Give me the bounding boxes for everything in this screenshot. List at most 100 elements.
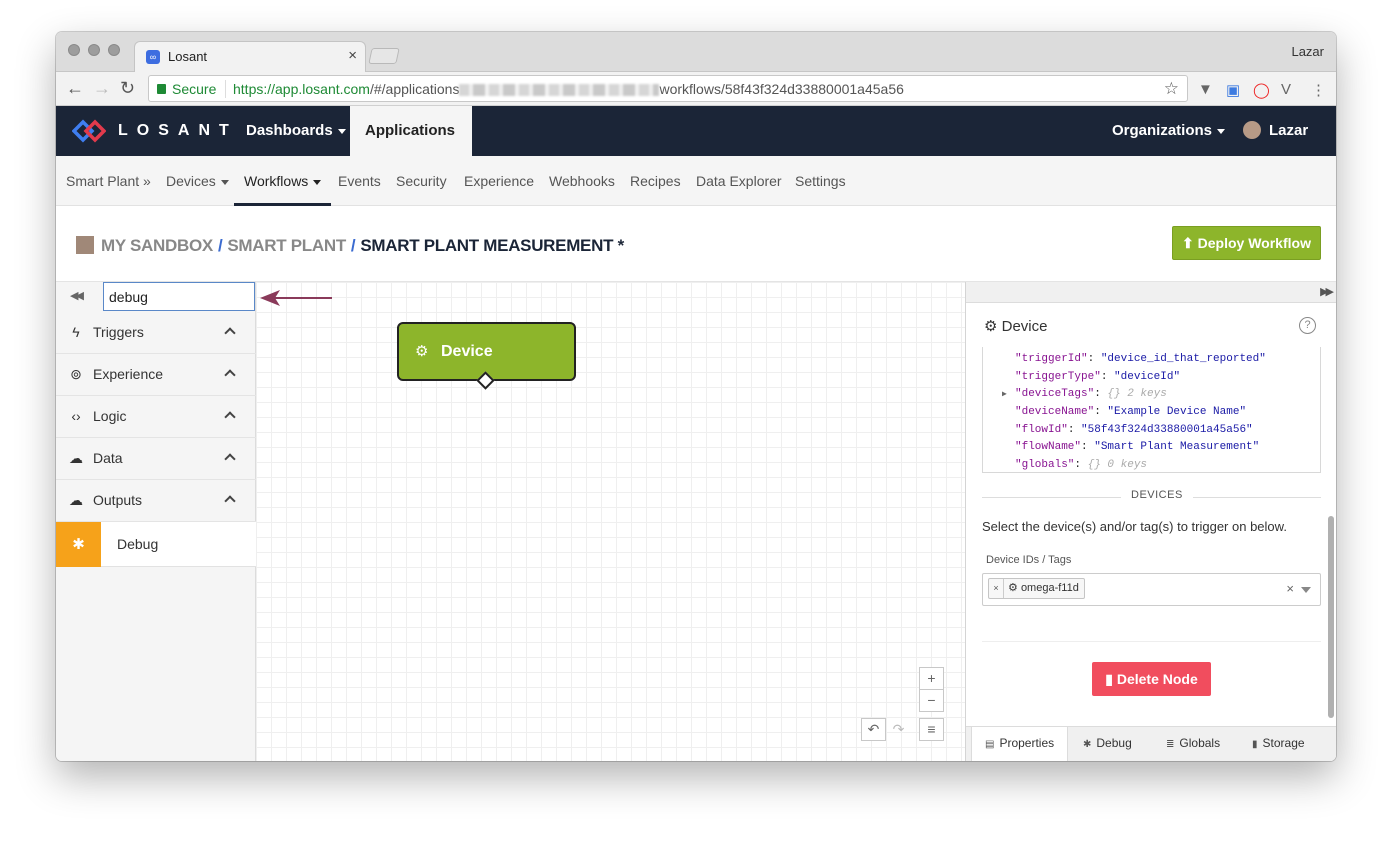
json-row[interactable]: ▶ "deviceTags": {} 2 keys (1002, 386, 1320, 404)
document-icon: ▤ (985, 739, 995, 750)
tab-storage[interactable]: ▮ Storage (1252, 727, 1305, 761)
tab-properties[interactable]: ▤ Properties (971, 727, 1068, 761)
crumb-sandbox[interactable]: MY SANDBOX (101, 236, 213, 255)
annotation-arrow-icon (260, 290, 332, 306)
redo-button[interactable]: ↷ (886, 718, 911, 741)
caret-down-icon (220, 179, 229, 185)
subnav-workflows[interactable]: Workflows (234, 156, 332, 206)
bookmark-star-icon[interactable]: ☆ (1164, 79, 1179, 99)
subnav-app-name[interactable]: Smart Plant » (66, 156, 151, 206)
collapse-palette-icon[interactable]: ◀◀ (70, 289, 84, 302)
payload-json-viewer[interactable]: "triggerId": "device_id_that_reported" "t… (982, 347, 1321, 473)
menu-kebab-icon[interactable]: ⋮ (1311, 81, 1326, 99)
remove-tag-icon[interactable]: × (989, 579, 1004, 598)
minimize-window-button[interactable] (88, 44, 100, 56)
subnav-devices[interactable]: Devices (166, 156, 229, 206)
deploy-workflow-button[interactable]: ⬆ Deploy Workflow (1172, 226, 1321, 260)
device-ids-label: Device IDs / Tags (986, 554, 1072, 566)
json-row: "triggerType": "deviceId" (1015, 370, 1181, 383)
cloud-upload-icon: ☁ (69, 492, 83, 508)
secure-indicator[interactable]: Secure (157, 81, 216, 97)
json-row: "deviceName": "Example Device Name" (1015, 406, 1247, 419)
subnav-events[interactable]: Events (338, 156, 381, 206)
close-tab-icon[interactable]: × (348, 47, 357, 64)
chevron-up-icon (224, 411, 236, 423)
dashboards-menu[interactable]: Dashboards (231, 106, 361, 156)
browser-window: ∞ Losant × Lazar ← → ↻ Secure https://ap… (56, 32, 1336, 761)
reload-icon[interactable]: ↻ (120, 78, 135, 99)
canvas-menu-button[interactable]: ≡ (919, 718, 944, 741)
code-icon: ‹› (71, 408, 81, 424)
url-text[interactable]: https://app.losant.com/#/applications wor… (233, 81, 904, 97)
tab-debug[interactable]: ✱ Debug (1083, 727, 1132, 761)
help-icon[interactable]: ? (1299, 317, 1316, 334)
category-triggers[interactable]: ϟ Triggers (56, 312, 256, 354)
applications-menu[interactable]: Applications (350, 106, 472, 184)
chip-icon: ⚙ (1008, 582, 1018, 594)
extension-icon[interactable]: ▣ (1226, 81, 1240, 99)
subnav-experience[interactable]: Experience (464, 156, 534, 206)
panel-collapse-bar: ▶▶ (966, 282, 1336, 303)
user-avatar (1243, 121, 1261, 140)
device-ids-select[interactable]: × ⚙ omega-f11d × (982, 573, 1321, 606)
close-window-button[interactable] (68, 44, 80, 56)
json-row: "flowName": "Smart Plant Measurement" (1015, 441, 1260, 454)
losant-top-nav: LOSANT Dashboards Applications Organizat… (56, 106, 1336, 184)
logo-wordmark: LOSANT (118, 122, 238, 139)
upload-icon: ⬆ (1182, 235, 1194, 251)
zoom-out-button[interactable]: − (919, 689, 944, 712)
bolt-icon: ϟ (72, 324, 80, 340)
trash-icon: ▮ (1105, 671, 1113, 687)
crumb-application[interactable]: SMART PLANT (227, 236, 346, 255)
caret-down-icon (1217, 128, 1226, 134)
subnav-data-explorer[interactable]: Data Explorer (696, 156, 782, 206)
expand-triangle-icon[interactable]: ▶ (1002, 386, 1007, 404)
undo-button[interactable]: ↶ (861, 718, 886, 741)
tab-globals[interactable]: ≣ Globals (1166, 727, 1220, 761)
delete-node-button[interactable]: ▮ Delete Node (1092, 662, 1211, 696)
panel-tabs: ▤ Properties ✱ Debug ≣ Globals ▮ Storage (966, 726, 1336, 761)
url-bar[interactable]: Secure https://app.losant.com/#/applicat… (148, 75, 1188, 102)
opera-extension-icon[interactable]: ◯ (1253, 81, 1270, 99)
node-properties-panel: ▶▶ ⚙ Device ? "triggerId": "device_id_th… (965, 282, 1336, 761)
panel-scrollbar[interactable] (1328, 516, 1334, 718)
subnav-webhooks[interactable]: Webhooks (549, 156, 615, 206)
json-row: "flowId": "58f43f324d33880001a45a56" (1015, 423, 1253, 436)
sandbox-avatar (76, 235, 94, 254)
category-outputs[interactable]: ☁ Outputs (56, 480, 256, 522)
new-tab-button[interactable] (368, 48, 400, 64)
organizations-menu[interactable]: Organizations (1097, 106, 1240, 156)
subnav-security[interactable]: Security (396, 156, 447, 206)
tab-title: Losant (168, 49, 208, 64)
address-bar-row: ← → ↻ Secure https://app.losant.com/#/ap… (56, 72, 1336, 106)
subnav-settings[interactable]: Settings (795, 156, 846, 206)
caret-down-icon (313, 179, 322, 185)
category-logic[interactable]: ‹› Logic (56, 396, 256, 438)
category-data[interactable]: ☁ Data (56, 438, 256, 480)
pocket-extension-icon[interactable]: ▼ (1198, 81, 1213, 98)
caret-down-icon (337, 128, 346, 134)
user-menu[interactable]: Lazar (1228, 106, 1336, 184)
vivaldi-extension-icon[interactable]: V (1281, 81, 1291, 98)
lock-icon (157, 84, 166, 94)
chip-icon: ⚙ (984, 318, 998, 335)
device-trigger-node[interactable]: ⚙ Device (397, 322, 576, 390)
json-row: "triggerId": "device_id_that_reported" (1015, 353, 1266, 365)
back-icon[interactable]: ← (66, 78, 84, 99)
json-row[interactable]: "globals": {} 0 keys (1015, 457, 1320, 475)
palette-search-input[interactable] (103, 282, 255, 311)
profile-name[interactable]: Lazar (1291, 44, 1324, 59)
dropdown-caret-icon[interactable] (1301, 587, 1311, 593)
chip-icon: ⚙ (415, 343, 429, 360)
node-output-port[interactable] (476, 371, 495, 390)
category-experience[interactable]: ⊚ Experience (56, 354, 256, 396)
subnav-recipes[interactable]: Recipes (630, 156, 681, 206)
palette-node-debug[interactable]: ✱ Debug (56, 522, 256, 567)
zoom-in-button[interactable]: + (919, 667, 944, 690)
clear-selection-icon[interactable]: × (1286, 581, 1294, 596)
maximize-window-button[interactable] (108, 44, 120, 56)
forward-icon[interactable]: → (93, 78, 111, 99)
workflow-canvas[interactable]: ⚙ Device + − ↶ ↷ ≡ (256, 282, 965, 761)
expand-panel-icon[interactable]: ▶▶ (1320, 285, 1334, 298)
browser-tab[interactable]: ∞ Losant × (134, 41, 366, 72)
